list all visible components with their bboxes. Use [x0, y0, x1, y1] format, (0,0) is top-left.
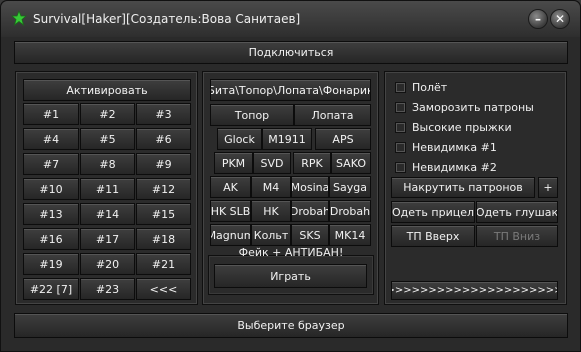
- weapon-button[interactable]: PKM: [214, 152, 253, 174]
- slot-button[interactable]: #4: [23, 128, 79, 150]
- weapon-button[interactable]: Mosina: [291, 176, 329, 198]
- slot-button[interactable]: #5: [80, 128, 135, 150]
- option-checkbox-row[interactable]: Невидимка #2: [395, 159, 497, 175]
- slot-button[interactable]: #22 [7]: [23, 278, 79, 300]
- equip-scope-button[interactable]: Одеть прицел: [391, 201, 475, 223]
- slot-button[interactable]: #17: [80, 228, 135, 250]
- equip-silencer-button[interactable]: Одеть глушак: [476, 201, 558, 223]
- weapon-button[interactable]: HK: [251, 200, 291, 222]
- tp-down-button[interactable]: ТП Вниз: [476, 225, 558, 247]
- slot-button[interactable]: #10: [23, 178, 79, 200]
- slot-button[interactable]: #16: [23, 228, 79, 250]
- weapon-button[interactable]: SAKO: [331, 152, 371, 174]
- option-checkbox-row[interactable]: Невидимка #1: [395, 139, 497, 155]
- slot-button[interactable]: #20: [80, 253, 135, 275]
- checkbox-label: Полёт: [412, 80, 448, 94]
- progress-bar: >>>>>>>>>>>>>>>>>>>>>>>: [391, 281, 558, 300]
- window-title: Survival[Haker][Создатель:Вова Санитаев]: [33, 12, 301, 26]
- choose-browser-button[interactable]: Выберите браузер: [14, 313, 568, 338]
- shovel-button[interactable]: Лопата: [294, 104, 371, 126]
- weapon-button[interactable]: M1911: [262, 128, 312, 150]
- weapon-button[interactable]: Glock: [217, 128, 262, 150]
- slot-button[interactable]: #7: [23, 153, 79, 175]
- checkbox-label: Высокие прыжки: [412, 120, 512, 134]
- slot-button[interactable]: #9: [136, 153, 191, 175]
- close-button[interactable]: ✕: [550, 9, 570, 29]
- weapon-button[interactable]: MK14: [329, 224, 371, 246]
- title-bar[interactable]: Survival[Haker][Создатель:Вова Санитаев]…: [1, 1, 580, 37]
- slot-button[interactable]: #13: [23, 203, 79, 225]
- slot-button[interactable]: #12: [136, 178, 191, 200]
- checkbox[interactable]: [395, 101, 406, 113]
- weapon-button[interactable]: Sayga: [329, 176, 371, 198]
- option-checkbox-row[interactable]: Высокие прыжки: [395, 119, 512, 135]
- green-star-icon: [11, 10, 27, 26]
- slot-button[interactable]: #11: [80, 178, 135, 200]
- checkbox-label: Невидимка #1: [412, 140, 497, 154]
- weapon-button[interactable]: AK: [210, 176, 251, 198]
- minimize-button[interactable]: –: [528, 9, 548, 29]
- slot-button[interactable]: <<<: [136, 278, 191, 300]
- weapon-button[interactable]: Drobah: [291, 200, 329, 222]
- checkbox[interactable]: [395, 81, 406, 93]
- main-window: Survival[Haker][Создатель:Вова Санитаев]…: [0, 0, 581, 352]
- option-checkbox-row[interactable]: Полёт: [395, 79, 447, 95]
- slot-button[interactable]: #15: [136, 203, 191, 225]
- fake-antiban-label: Фейк + АНТИБАН!: [238, 246, 344, 259]
- add-ammo-plus-button[interactable]: +: [538, 177, 558, 198]
- weapon-button[interactable]: Drobah: [329, 200, 371, 222]
- slot-button[interactable]: #1: [23, 103, 79, 125]
- slot-button[interactable]: #14: [80, 203, 135, 225]
- weapon-button[interactable]: SKS: [291, 224, 329, 246]
- slot-button[interactable]: #19: [23, 253, 79, 275]
- weapon-button[interactable]: RPK: [293, 152, 331, 174]
- checkbox-label: Невидимка #2: [412, 160, 497, 174]
- melee-all-button[interactable]: Бита\Топор\Лопата\Фонарик: [210, 79, 371, 101]
- add-ammo-button[interactable]: Накрутить патронов: [391, 177, 535, 198]
- checkbox[interactable]: [395, 141, 406, 153]
- minimize-icon: –: [535, 12, 541, 26]
- connect-button[interactable]: Подключиться: [14, 41, 568, 64]
- slot-button[interactable]: #8: [80, 153, 135, 175]
- close-icon: ✕: [554, 12, 566, 26]
- slot-button[interactable]: #23: [80, 278, 135, 300]
- slot-button[interactable]: #6: [136, 128, 191, 150]
- weapon-button[interactable]: M4: [251, 176, 291, 198]
- slot-button[interactable]: #18: [136, 228, 191, 250]
- axe-button[interactable]: Топор: [210, 104, 294, 126]
- activate-button[interactable]: Активировать: [23, 79, 191, 101]
- weapon-button[interactable]: Кольт: [251, 224, 291, 246]
- checkbox-label: Заморозить патроны: [412, 100, 534, 114]
- slot-button[interactable]: #3: [136, 103, 191, 125]
- slot-button[interactable]: #21: [136, 253, 191, 275]
- checkbox[interactable]: [395, 161, 406, 173]
- play-button[interactable]: Играть: [214, 264, 367, 288]
- checkbox[interactable]: [395, 121, 406, 133]
- option-checkbox-row[interactable]: Заморозить патроны: [395, 99, 534, 115]
- weapon-button[interactable]: SVD: [253, 152, 291, 174]
- weapon-button[interactable]: APS: [315, 128, 371, 150]
- weapon-button[interactable]: HK SLB: [210, 200, 251, 222]
- weapon-button[interactable]: Magnum: [210, 224, 251, 246]
- slot-button[interactable]: #2: [80, 103, 135, 125]
- tp-up-button[interactable]: ТП Вверх: [391, 225, 475, 247]
